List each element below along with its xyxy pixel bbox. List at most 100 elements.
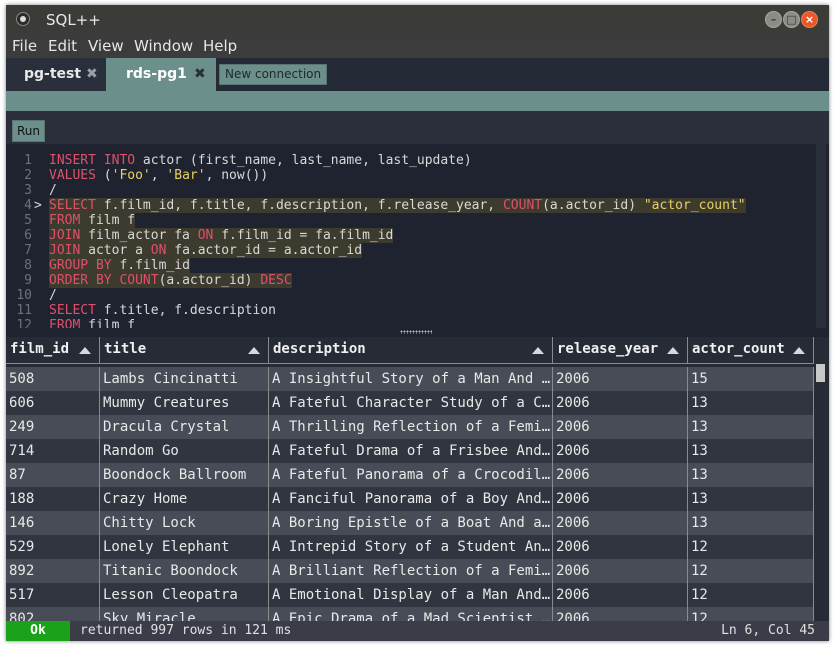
cell-film-id[interactable]: 508 xyxy=(6,367,100,391)
cell-title[interactable]: Chitty Lock xyxy=(100,511,269,535)
scrollbar-thumb[interactable] xyxy=(816,364,825,382)
tab-pg-test[interactable]: pg-test ✖ xyxy=(6,58,106,91)
cell-title[interactable]: Mummy Creatures xyxy=(100,391,269,415)
code-line[interactable]: 6 JOIN film_actor fa ON f.film_id = fa.fi… xyxy=(6,228,816,243)
menu-view[interactable]: View xyxy=(88,37,124,55)
cell-release-year[interactable]: 2006 xyxy=(553,463,688,487)
cell-actor-count[interactable]: 12 xyxy=(688,607,814,621)
code-line[interactable]: 1 INSERT INTO actor (first_name, last_nam… xyxy=(6,153,816,168)
code-line[interactable]: 3/ xyxy=(6,183,816,198)
column-header-title[interactable]: title xyxy=(100,337,269,363)
cell-release-year[interactable]: 2006 xyxy=(553,511,688,535)
code-line[interactable]: 10 / xyxy=(6,288,816,303)
new-connection-button[interactable]: New connection xyxy=(219,64,328,85)
title-bar[interactable]: SQL++ – □ × xyxy=(6,5,829,34)
cell-description[interactable]: A Thrilling Reflection of a Feminist xyxy=(269,415,553,439)
code-line[interactable]: 7 JOIN actor a ON fa.actor_id = a.actor_i… xyxy=(6,243,816,258)
cell-description[interactable]: A Epic Drama of a Mad Scientist And a Ex… xyxy=(269,607,553,621)
close-window-button[interactable]: × xyxy=(801,11,818,28)
table-row[interactable]: 529 Lonely Elephant A Intrepid Story of a … xyxy=(6,535,814,559)
cell-release-year[interactable]: 2006 xyxy=(553,439,688,463)
sort-ascending-icon[interactable] xyxy=(248,347,260,354)
splitter-grip-icon[interactable] xyxy=(400,330,432,334)
column-header-description[interactable]: description xyxy=(269,337,553,363)
sort-ascending-icon[interactable] xyxy=(793,347,805,354)
tab-close-icon[interactable]: ✖ xyxy=(194,66,206,82)
cell-actor-count[interactable]: 12 xyxy=(688,583,814,607)
cell-film-id[interactable]: 606 xyxy=(6,391,100,415)
cell-title[interactable]: Titanic Boondock xyxy=(100,559,269,583)
run-button[interactable]: Run xyxy=(12,120,45,142)
table-row[interactable]: 188 Crazy Home A Fanciful Panorama of a Bo… xyxy=(6,487,814,511)
cell-description[interactable]: A Boring Epistle of a Boat And a Databas… xyxy=(269,511,553,535)
cell-actor-count[interactable]: 13 xyxy=(688,511,814,535)
cell-title[interactable]: Lesson Cleopatra xyxy=(100,583,269,607)
cell-description[interactable]: A Fateful Panorama of a Crocodile And a … xyxy=(269,463,553,487)
cell-description[interactable]: A Intrepid Story of a Student And a Dog xyxy=(269,535,553,559)
sort-ascending-icon[interactable] xyxy=(79,347,91,354)
cell-title[interactable]: Crazy Home xyxy=(100,487,269,511)
menu-edit[interactable]: Edit xyxy=(48,37,77,55)
cell-description[interactable]: A Fanciful Panorama of a Boy And a Woman xyxy=(269,487,553,511)
cell-actor-count[interactable]: 13 xyxy=(688,487,814,511)
cell-release-year[interactable]: 2006 xyxy=(553,535,688,559)
cell-description[interactable]: A Fateful Character Study of a Crocodile xyxy=(269,391,553,415)
cell-title[interactable]: Lambs Cincinatti xyxy=(100,367,269,391)
cell-actor-count[interactable]: 13 xyxy=(688,439,814,463)
code-line[interactable]: 4 > SELECT f.film_id, f.title, f.descripti… xyxy=(6,198,816,213)
cell-description[interactable]: A Brilliant Reflection of a Feminist And… xyxy=(269,559,553,583)
menu-window[interactable]: Window xyxy=(134,37,193,55)
cell-film-id[interactable]: 188 xyxy=(6,487,100,511)
cell-title[interactable]: Sky Miracle xyxy=(100,607,269,621)
table-row[interactable]: 892 Titanic Boondock A Brilliant Reflectio… xyxy=(6,559,814,583)
code-line[interactable]: 11 SELECT f.title, f.description xyxy=(6,303,816,318)
menu-file[interactable]: File xyxy=(12,37,37,55)
cell-film-id[interactable]: 249 xyxy=(6,415,100,439)
sort-ascending-icon[interactable] xyxy=(532,347,544,354)
table-row[interactable]: 714 Random Go A Fateful Drama of a Frisbee… xyxy=(6,439,814,463)
cell-title[interactable]: Lonely Elephant xyxy=(100,535,269,559)
cell-description[interactable]: A Emotional Display of a Man And a Explo… xyxy=(269,583,553,607)
table-row[interactable]: 517 Lesson Cleopatra A Emotional Display o… xyxy=(6,583,814,607)
cell-release-year[interactable]: 2006 xyxy=(553,607,688,621)
table-row[interactable]: 87 Boondock Ballroom A Fateful Panorama of… xyxy=(6,463,814,487)
code-line[interactable]: 2 VALUES ('Foo', 'Bar', now()) xyxy=(6,168,816,183)
cell-description[interactable]: A Insightful Story of a Man And a Femini… xyxy=(269,367,553,391)
table-row[interactable]: 802 Sky Miracle A Epic Drama of a Mad Scie… xyxy=(6,607,814,621)
cell-title[interactable]: Random Go xyxy=(100,439,269,463)
cell-description[interactable]: A Fateful Drama of a Frisbee And a Stude… xyxy=(269,439,553,463)
code-line[interactable]: 8 GROUP BY f.film_id xyxy=(6,258,816,273)
cell-actor-count[interactable]: 12 xyxy=(688,535,814,559)
sql-editor[interactable]: 1 INSERT INTO actor (first_name, last_nam… xyxy=(6,144,829,328)
editor-scrollbar[interactable] xyxy=(816,144,826,328)
cell-actor-count[interactable]: 15 xyxy=(688,367,814,391)
table-row[interactable]: 249 Dracula Crystal A Thrilling Reflection… xyxy=(6,415,814,439)
pane-splitter[interactable] xyxy=(6,328,829,337)
cell-title[interactable]: Dracula Crystal xyxy=(100,415,269,439)
column-header-release-year[interactable]: release_year xyxy=(553,337,688,363)
cell-film-id[interactable]: 517 xyxy=(6,583,100,607)
table-row[interactable]: 606 Mummy Creatures A Fateful Character St… xyxy=(6,391,814,415)
cell-release-year[interactable]: 2006 xyxy=(553,559,688,583)
cell-title[interactable]: Boondock Ballroom xyxy=(100,463,269,487)
code-line[interactable]: 5 FROM film f xyxy=(6,213,816,228)
cell-release-year[interactable]: 2006 xyxy=(553,583,688,607)
cell-actor-count[interactable]: 13 xyxy=(688,391,814,415)
cell-release-year[interactable]: 2006 xyxy=(553,367,688,391)
tab-close-icon[interactable]: ✖ xyxy=(86,66,98,82)
cell-actor-count[interactable]: 12 xyxy=(688,559,814,583)
cell-film-id[interactable]: 714 xyxy=(6,439,100,463)
menu-help[interactable]: Help xyxy=(203,37,237,55)
cell-film-id[interactable]: 529 xyxy=(6,535,100,559)
cell-film-id[interactable]: 802 xyxy=(6,607,100,621)
results-scrollbar[interactable] xyxy=(815,337,827,621)
maximize-button[interactable]: □ xyxy=(783,11,800,28)
cell-film-id[interactable]: 146 xyxy=(6,511,100,535)
cell-film-id[interactable]: 87 xyxy=(6,463,100,487)
table-row[interactable]: 508 Lambs Cincinatti A Insightful Story of… xyxy=(6,367,814,391)
minimize-button[interactable]: – xyxy=(765,11,782,28)
code-line[interactable]: 9 ORDER BY COUNT(a.actor_id) DESC xyxy=(6,273,816,288)
column-header-film-id[interactable]: film_id xyxy=(6,337,100,363)
table-row[interactable]: 146 Chitty Lock A Boring Epistle of a Boat… xyxy=(6,511,814,535)
code-line[interactable]: 12 FROM film f xyxy=(6,318,816,328)
